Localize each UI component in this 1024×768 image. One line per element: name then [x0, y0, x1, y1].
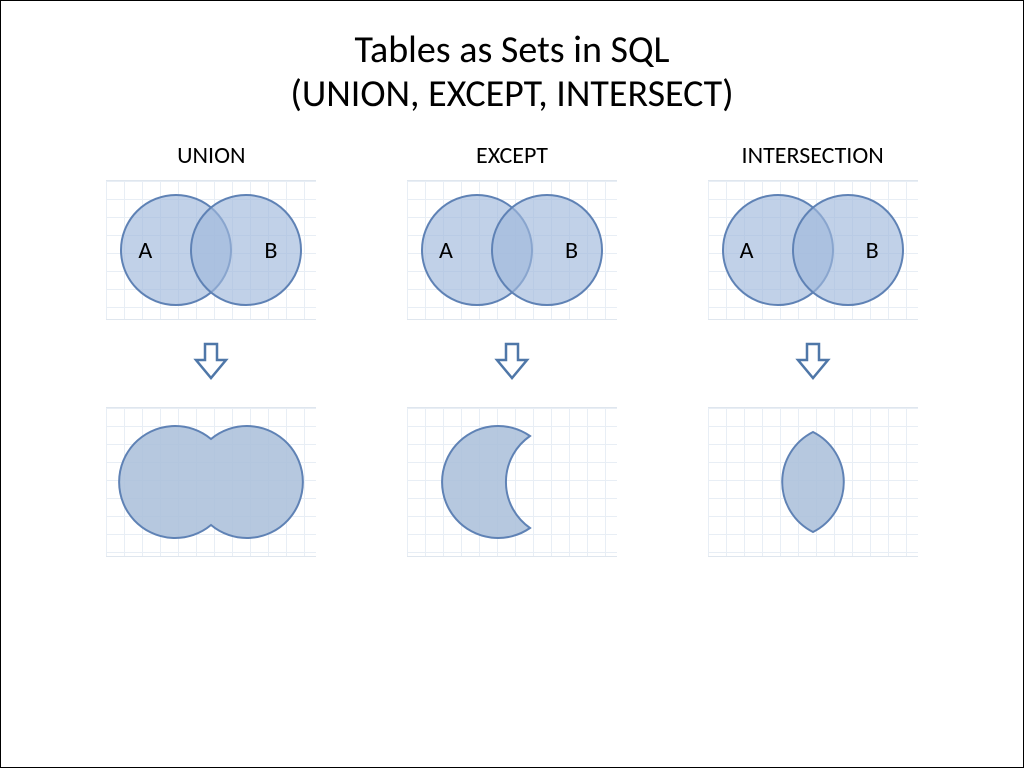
label-b: B: [264, 236, 277, 265]
crescent-shape-icon: [442, 426, 530, 538]
column-label: EXCEPT: [476, 141, 548, 170]
column-label: UNION: [177, 141, 245, 170]
label-a: A: [740, 236, 754, 265]
slide-title: Tables as Sets in SQL (UNION, EXCEPT, IN…: [1, 1, 1023, 116]
result-intersection: [708, 407, 918, 557]
label-b: B: [866, 236, 879, 265]
label-a: A: [439, 236, 453, 265]
column-intersection: INTERSECTION A B: [673, 141, 953, 557]
column-union: UNION A B: [71, 141, 351, 557]
label-b: B: [565, 236, 578, 265]
title-line-2: (UNION, EXCEPT, INTERSECT): [1, 73, 1023, 117]
result-except: [407, 407, 617, 557]
column-except: EXCEPT A B: [372, 141, 652, 557]
lens-shape-icon: [782, 432, 844, 532]
down-arrow-icon: [491, 340, 533, 387]
down-arrow-icon: [190, 340, 232, 387]
union-shape-icon: [119, 426, 303, 538]
label-a: A: [138, 236, 152, 265]
circle-b: [792, 194, 904, 306]
circle-b: [491, 194, 603, 306]
result-union: [106, 407, 316, 557]
down-arrow-icon: [792, 340, 834, 387]
column-label: INTERSECTION: [742, 141, 884, 170]
title-line-1: Tables as Sets in SQL: [1, 29, 1023, 73]
venn-diagram-intersection: A B: [708, 180, 918, 320]
circle-b: [190, 194, 302, 306]
diagram-columns: UNION A B EXCEPT A: [1, 116, 1023, 557]
venn-diagram-except: A B: [407, 180, 617, 320]
venn-diagram-union: A B: [106, 180, 316, 320]
